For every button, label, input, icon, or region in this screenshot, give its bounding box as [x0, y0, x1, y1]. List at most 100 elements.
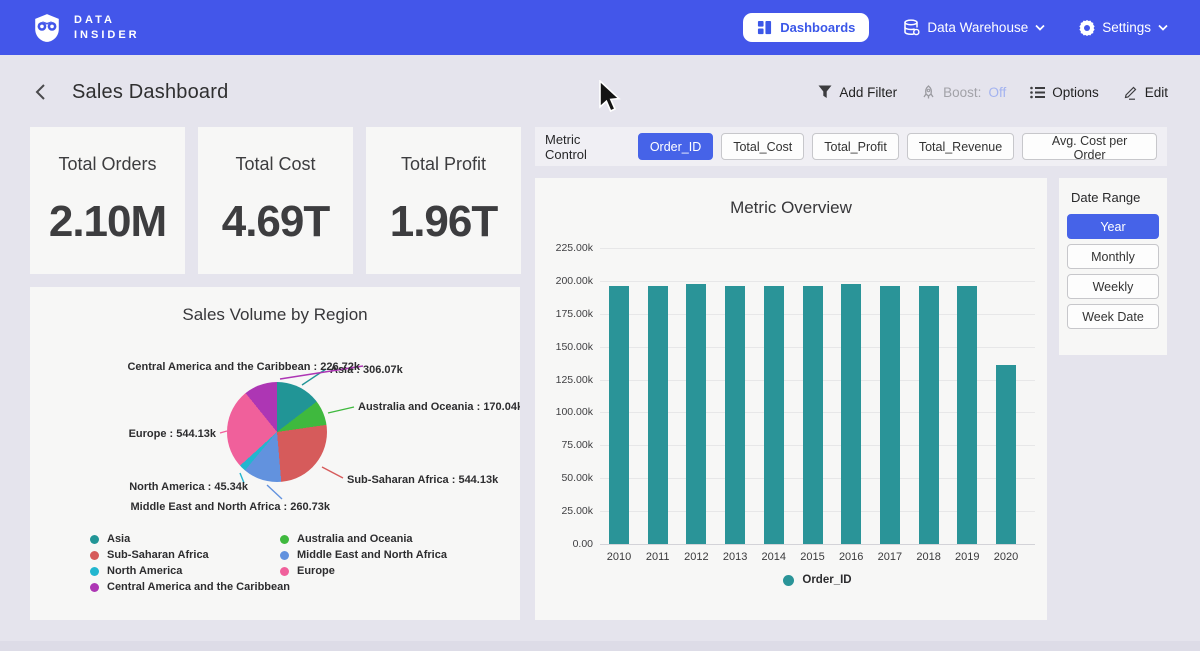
- bar-2019[interactable]: [957, 286, 977, 544]
- x-axis-tick-label: 2016: [831, 551, 871, 563]
- bar-2020[interactable]: [996, 365, 1016, 544]
- pie-leader-line: [267, 485, 282, 499]
- metric-option-avg-cost-per-order[interactable]: Avg. Cost per Order: [1022, 133, 1157, 160]
- brand-line2: INSIDER: [74, 29, 140, 41]
- y-axis-tick-label: 150.00k: [541, 341, 593, 353]
- nav-settings[interactable]: Settings: [1079, 20, 1168, 36]
- pie-chart-card: Sales Volume by Region Asia : 306.07kAus…: [30, 287, 520, 620]
- legend-dot: [90, 567, 99, 576]
- nav-menu: Dashboards Data Warehouse: [743, 13, 1168, 42]
- filter-funnel-icon: [818, 85, 832, 99]
- brand-logo[interactable]: DATA INSIDER: [32, 13, 140, 43]
- y-axis-tick-label: 175.00k: [541, 308, 593, 320]
- metric-option-total-profit[interactable]: Total_Profit: [812, 133, 899, 160]
- pie-slice-annotation: North America : 45.34k: [129, 481, 249, 493]
- pie-legend-item[interactable]: Middle East and North Africa: [280, 549, 447, 561]
- boost-toggle[interactable]: Boost: Off: [921, 85, 1006, 100]
- y-axis-tick-label: 75.00k: [541, 439, 593, 451]
- bar-2010[interactable]: [609, 286, 629, 544]
- date-range-year-button[interactable]: Year: [1067, 214, 1159, 239]
- nav-data-warehouse[interactable]: Data Warehouse: [903, 19, 1045, 36]
- pie-slice-annotation: Middle East and North Africa : 260.73k: [131, 501, 331, 513]
- owl-logo-icon: [32, 13, 62, 43]
- bar-2013[interactable]: [725, 286, 745, 544]
- y-axis-tick-label: 25.00k: [541, 505, 593, 517]
- date-range-weekly-button[interactable]: Weekly: [1067, 274, 1159, 299]
- metric-option-total-cost[interactable]: Total_Cost: [721, 133, 804, 160]
- bar-2017[interactable]: [880, 286, 900, 544]
- legend-dot: [783, 575, 794, 586]
- dashboards-grid-icon: [757, 20, 772, 35]
- add-filter-button[interactable]: Add Filter: [818, 85, 897, 100]
- legend-dot: [90, 535, 99, 544]
- bar-2015[interactable]: [803, 286, 823, 544]
- kpi-label: Total Profit: [401, 154, 486, 175]
- bar-2018[interactable]: [919, 286, 939, 544]
- options-label: Options: [1052, 85, 1099, 100]
- gridline: [600, 281, 1035, 282]
- x-axis-tick-label: 2013: [715, 551, 755, 563]
- kpi-value: 2.10M: [49, 197, 166, 247]
- options-list-icon: [1030, 86, 1045, 99]
- metric-option-total-revenue[interactable]: Total_Revenue: [907, 133, 1014, 160]
- x-axis-tick-label: 2019: [947, 551, 987, 563]
- database-icon: [903, 19, 920, 36]
- nav-dashboards-button[interactable]: Dashboards: [743, 13, 869, 42]
- brand-name: DATA INSIDER: [74, 14, 140, 40]
- boost-value: Off: [988, 85, 1006, 100]
- options-button[interactable]: Options: [1030, 85, 1099, 100]
- boost-label: Boost:: [943, 85, 981, 100]
- legend-dot: [280, 551, 289, 560]
- pie-legend-item[interactable]: Central America and the Caribbean: [90, 581, 290, 593]
- edit-button[interactable]: Edit: [1123, 85, 1168, 100]
- bar-2012[interactable]: [686, 284, 706, 544]
- date-range-panel: Date Range Year Monthly Weekly Week Date: [1059, 178, 1167, 355]
- x-axis-tick-label: 2011: [638, 551, 678, 563]
- legend-dot: [280, 567, 289, 576]
- legend-label: Central America and the Caribbean: [107, 581, 290, 593]
- sales-dashboard-page: DATA INSIDER Dashboards: [0, 0, 1200, 651]
- pie-legend-item[interactable]: North America: [90, 565, 182, 577]
- pie-leader-line: [328, 407, 354, 413]
- pie-legend-item[interactable]: Europe: [280, 565, 335, 577]
- add-filter-label: Add Filter: [839, 85, 897, 100]
- bar-2016[interactable]: [841, 284, 861, 544]
- brand-line1: DATA: [74, 14, 140, 26]
- top-nav: DATA INSIDER Dashboards: [0, 0, 1200, 55]
- legend-dot: [280, 535, 289, 544]
- legend-label: Sub-Saharan Africa: [107, 549, 209, 561]
- x-axis-tick-label: 2010: [599, 551, 639, 563]
- dashboard-header: Sales Dashboard Add Filter Boost: Off: [0, 72, 1200, 112]
- legend-label: Asia: [107, 533, 130, 545]
- metric-control-label: Metric Control: [545, 132, 626, 162]
- bar-chart-legend[interactable]: Order_ID: [600, 574, 1035, 586]
- nav-dashboards-label: Dashboards: [780, 20, 855, 35]
- y-axis-tick-label: 200.00k: [541, 275, 593, 287]
- y-axis-tick-label: 125.00k: [541, 374, 593, 386]
- x-axis-tick-label: 2017: [870, 551, 910, 563]
- gear-icon: [1079, 20, 1095, 36]
- x-axis-tick-label: 2014: [754, 551, 794, 563]
- bar-2014[interactable]: [764, 286, 784, 544]
- page-title: Sales Dashboard: [72, 81, 228, 104]
- kpi-value: 4.69T: [222, 197, 330, 247]
- x-axis-tick-label: 2020: [986, 551, 1026, 563]
- pie-legend-item[interactable]: Australia and Oceania: [280, 533, 413, 545]
- y-axis-tick-label: 0.00: [541, 538, 593, 550]
- x-axis-tick-label: 2012: [676, 551, 716, 563]
- y-axis-tick-label: 225.00k: [541, 242, 593, 254]
- gridline: [600, 544, 1035, 545]
- bar-2011[interactable]: [648, 286, 668, 544]
- x-axis-tick-label: 2015: [793, 551, 833, 563]
- date-range-week-date-button[interactable]: Week Date: [1067, 304, 1159, 329]
- metric-option-order-id[interactable]: Order_ID: [638, 133, 713, 160]
- legend-label: Middle East and North Africa: [297, 549, 447, 561]
- back-button[interactable]: [32, 81, 50, 103]
- metric-control-bar: Metric Control Order_ID Total_Cost Total…: [535, 127, 1167, 166]
- pie-legend-item[interactable]: Sub-Saharan Africa: [90, 549, 209, 561]
- date-range-monthly-button[interactable]: Monthly: [1067, 244, 1159, 269]
- kpi-card-total-orders: Total Orders 2.10M: [30, 127, 185, 274]
- y-axis-tick-label: 50.00k: [541, 472, 593, 484]
- pie-legend-item[interactable]: Asia: [90, 533, 130, 545]
- edit-label: Edit: [1145, 85, 1168, 100]
